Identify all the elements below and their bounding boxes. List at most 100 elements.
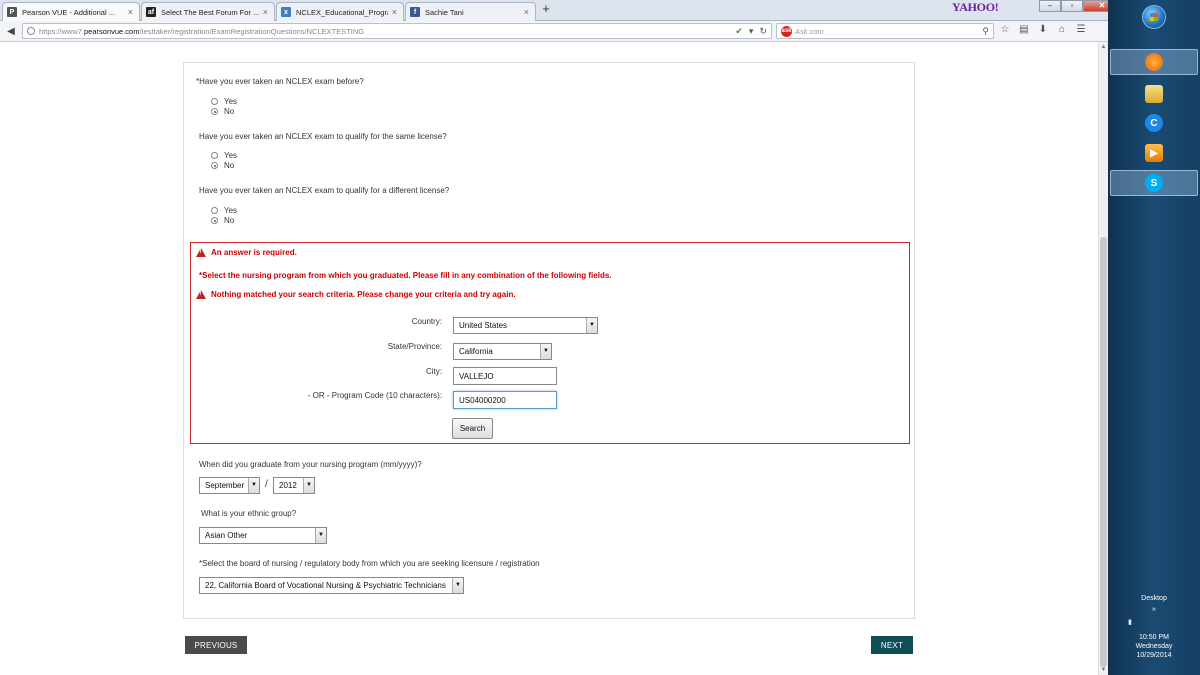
exam-registration-panel: *Have you ever taken an NCLEX exam befor… xyxy=(183,62,915,619)
q2-option-no[interactable]: No xyxy=(211,161,234,170)
navigation-bar: ◀ https://www7.pearsonvue.com/testtaker/… xyxy=(0,21,1108,42)
search-placeholder: Ask.com xyxy=(795,26,824,36)
taskbar-media-player[interactable]: ▶ xyxy=(1110,140,1198,166)
graduation-year-select[interactable]: 2012 ▼ xyxy=(273,477,315,494)
program-instruction: *Select the nursing program from which y… xyxy=(199,271,612,280)
previous-button[interactable]: PREVIOUS xyxy=(185,636,247,654)
radio-button-checked[interactable] xyxy=(211,108,218,115)
vertical-scrollbar[interactable]: ▲ ▼ xyxy=(1098,42,1108,675)
taskbar-skype[interactable]: S xyxy=(1110,170,1198,196)
scroll-down-icon[interactable]: ▼ xyxy=(1099,667,1108,673)
program-code-input[interactable]: US04000200 xyxy=(453,391,557,409)
board-select[interactable]: 22, California Board of Vocational Nursi… xyxy=(199,577,464,594)
board-question: *Select the board of nursing / regulator… xyxy=(199,559,540,568)
chevron-down-icon: ▼ xyxy=(586,318,597,333)
error-no-match: Nothing matched your search criteria. Pl… xyxy=(196,290,516,299)
tab-nclex-programs[interactable]: x NCLEX_Educational_Progra... × xyxy=(276,2,404,21)
graduation-month-select[interactable]: September ▼ xyxy=(199,477,260,494)
tab-pearson-vue[interactable]: P Pearson VUE - Additional ... × xyxy=(2,2,140,21)
desktop-toolbar-label[interactable]: Desktop xyxy=(1108,595,1200,602)
close-tab-icon[interactable]: × xyxy=(392,7,397,17)
taskbar-firefox[interactable] xyxy=(1110,49,1198,75)
state-select[interactable]: California ▼ xyxy=(453,343,552,360)
clock-day: Wednesday xyxy=(1135,643,1173,650)
q2-option-yes[interactable]: Yes xyxy=(211,151,237,160)
tab-label: Pearson VUE - Additional ... xyxy=(22,7,115,17)
close-tab-icon[interactable]: × xyxy=(524,7,529,17)
date-separator: / xyxy=(265,479,268,490)
question-nclex-before: *Have you ever taken an NCLEX exam befor… xyxy=(196,77,364,86)
start-button-icon[interactable] xyxy=(1142,5,1166,29)
warning-icon xyxy=(196,248,206,257)
question-same-license: Have you ever taken an NCLEX exam to qua… xyxy=(199,132,447,141)
tab-label: Sachie Tani xyxy=(425,7,464,17)
taskbar-file-explorer[interactable] xyxy=(1110,81,1198,107)
q1-option-no[interactable]: No xyxy=(211,107,234,116)
question-different-license: Have you ever taken an NCLEX exam to qua… xyxy=(199,186,450,195)
maximize-button[interactable]: ▫ xyxy=(1061,0,1083,12)
warning-icon xyxy=(196,290,206,299)
new-tab-button[interactable]: + xyxy=(538,1,554,16)
search-button[interactable]: Search xyxy=(452,418,493,439)
system-clock[interactable]: 10:50 PM Wednesday 10/29/2014 xyxy=(1108,633,1200,660)
chevron-right-icon[interactable]: » xyxy=(1108,606,1200,613)
q1-option-yes[interactable]: Yes xyxy=(211,97,237,106)
radio-button-checked[interactable] xyxy=(211,162,218,169)
city-input[interactable]: VALLEJO xyxy=(453,367,557,385)
radio-button[interactable] xyxy=(211,152,218,159)
home-icon[interactable]: ⌂ xyxy=(1055,24,1069,35)
tab-strip: P Pearson VUE - Additional ... × af Sele… xyxy=(0,0,1121,21)
clock-time: 10:50 PM xyxy=(1139,634,1169,641)
q3-option-no[interactable]: No xyxy=(211,216,234,225)
close-tab-icon[interactable]: × xyxy=(263,7,268,17)
q3-option-yes[interactable]: Yes xyxy=(211,206,237,215)
dropdown-arrow-icon[interactable]: ▾ xyxy=(749,26,754,37)
graduation-question: When did you graduate from your nursing … xyxy=(199,460,422,469)
scroll-up-icon[interactable]: ▲ xyxy=(1099,44,1108,50)
tab-facebook[interactable]: f Sachie Tani × xyxy=(405,2,536,21)
search-icon[interactable]: ⚲ xyxy=(982,26,989,37)
clock-date: 10/29/2014 xyxy=(1136,652,1172,659)
radio-button-checked[interactable] xyxy=(211,217,218,224)
pearson-favicon-icon: P xyxy=(7,7,17,17)
taskbar-ccleaner[interactable]: C xyxy=(1110,110,1198,136)
close-tab-icon[interactable]: × xyxy=(128,7,133,17)
error-required: An answer is required. xyxy=(196,248,297,257)
ethnic-question: What is your ethnic group? xyxy=(201,509,297,518)
minimize-button[interactable]: – xyxy=(1039,0,1061,12)
ask-logo-icon: ask xyxy=(781,25,792,37)
download-icon[interactable]: ⬇ xyxy=(1036,24,1050,35)
ethnic-group-select[interactable]: Asian Other ▼ xyxy=(199,527,327,544)
menu-icon[interactable]: ☰ xyxy=(1074,24,1088,35)
reload-icon[interactable]: ↻ xyxy=(759,26,767,37)
yahoo-logo: YAHOO! xyxy=(952,0,999,14)
back-arrow-icon[interactable]: ◀ xyxy=(3,24,19,39)
chevron-down-icon: ▼ xyxy=(452,578,463,593)
radio-button[interactable] xyxy=(211,207,218,214)
chevron-down-icon: ▼ xyxy=(303,478,314,493)
bookmark-star-icon[interactable]: ☆ xyxy=(998,24,1012,35)
state-label: State/Province: xyxy=(387,342,442,351)
scrollbar-thumb[interactable] xyxy=(1100,237,1107,667)
chevron-down-icon: ▼ xyxy=(315,528,326,543)
tray-network-icon[interactable]: ▮ xyxy=(1128,618,1132,626)
folder-icon xyxy=(1145,85,1163,103)
next-button[interactable]: NEXT xyxy=(871,636,913,654)
tab-forum[interactable]: af Select The Best Forum For ... × xyxy=(141,2,275,21)
excel-favicon-icon: x xyxy=(281,7,291,17)
address-bar[interactable]: https://www7.pearsonvue.com/testtaker/re… xyxy=(22,23,772,39)
facebook-favicon-icon: f xyxy=(410,7,420,17)
country-label: Country: xyxy=(411,317,442,326)
firefox-icon xyxy=(1145,53,1163,71)
tab-label: Select The Best Forum For ... xyxy=(161,7,259,17)
country-select[interactable]: United States ▼ xyxy=(453,317,598,334)
search-bar[interactable]: ask Ask.com ⚲ xyxy=(776,23,994,39)
clipboard-icon[interactable]: ▤ xyxy=(1017,24,1031,35)
forum-favicon-icon: af xyxy=(146,7,156,17)
tab-label: NCLEX_Educational_Progra... xyxy=(296,7,388,17)
program-code-label: - OR - Program Code (10 characters): xyxy=(307,391,442,400)
radio-button[interactable] xyxy=(211,98,218,105)
play-icon: ▶ xyxy=(1145,144,1163,162)
nursing-program-error-box: An answer is required. *Select the nursi… xyxy=(190,242,910,444)
city-label: City: xyxy=(426,367,442,376)
